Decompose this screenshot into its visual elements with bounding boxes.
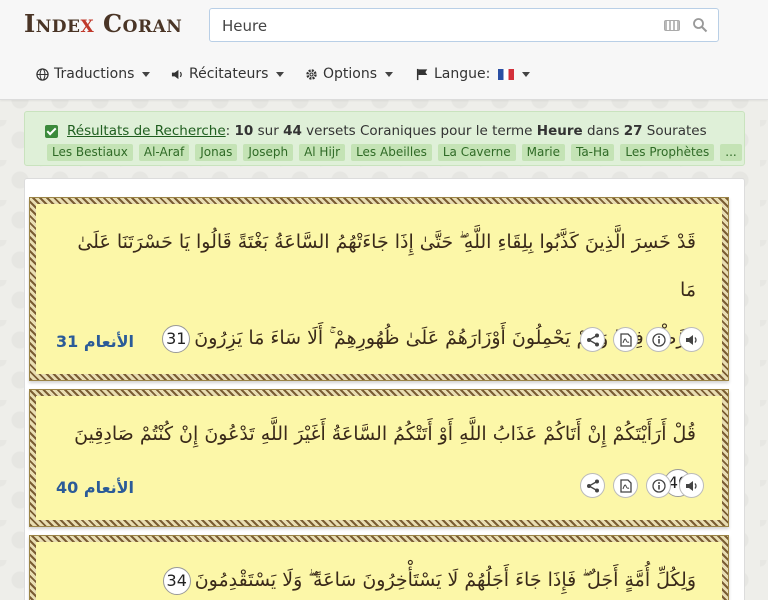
verse-card: وَلِكُلِّ أُمَّةٍ أَجَلٌ ۖ فَإِذَا جَاءَ…	[34, 540, 724, 600]
search-value[interactable]: Heure	[222, 17, 267, 35]
results-term: Heure	[536, 123, 583, 139]
share-icon	[586, 333, 599, 346]
verse-text: وَلِكُلِّ أُمَّةٍ أَجَلٌ ۖ فَإِذَا جَاءَ…	[56, 556, 696, 600]
chevron-down-icon	[522, 71, 531, 77]
nav-translations-label: Traductions	[54, 66, 135, 82]
verse-card: قُلْ أَرَأَيْتَكُمْ إِنْ أَتَاكُمْ عَذَا…	[34, 394, 724, 522]
surah-chip[interactable]: Joseph	[243, 144, 294, 161]
france-flag-icon	[498, 68, 515, 80]
verse-tools	[580, 327, 704, 352]
results-surah-count: 27	[623, 123, 643, 139]
pdf-icon	[619, 478, 632, 493]
verse-number: 31	[162, 324, 191, 353]
play-audio-button[interactable]	[679, 473, 704, 498]
surah-chip[interactable]: Les Bestiaux	[47, 144, 133, 161]
share-icon	[586, 479, 599, 492]
results-text-sourates: Sourates	[646, 123, 707, 139]
results-text-dans: dans	[586, 123, 620, 139]
logo-text-x: x	[80, 9, 95, 38]
volume-icon	[685, 334, 697, 345]
pdf-button[interactable]	[613, 473, 638, 498]
surah-chip[interactable]: La Caverne	[437, 144, 516, 161]
volume-icon	[685, 480, 697, 491]
verse-line: قَدْ خَسِرَ الَّذِينَ كَذَّبُوا بِلِقَاء…	[77, 231, 696, 301]
logo-text-end: Coran	[103, 9, 183, 38]
surah-chip[interactable]: Al-Araf	[138, 144, 190, 161]
info-button[interactable]	[646, 327, 671, 352]
share-button[interactable]	[580, 327, 605, 352]
nav-options[interactable]: Options	[305, 66, 394, 82]
surah-chip[interactable]: Al Hijr	[299, 144, 346, 161]
surah-chip[interactable]: Ta-Ha	[570, 144, 615, 161]
info-button[interactable]	[646, 473, 671, 498]
results-text: versets Coraniques pour le terme	[306, 123, 533, 139]
speaker-icon	[171, 69, 182, 79]
play-audio-button[interactable]	[679, 327, 704, 352]
site-logo[interactable]: Index Coran	[24, 9, 182, 38]
search-results-summary: Résultats de Recherche: 10 sur 44 verset…	[24, 111, 745, 166]
nav-options-label: Options	[323, 66, 378, 82]
surah-chip[interactable]: Marie	[521, 144, 565, 161]
logo-text-start: Inde	[24, 9, 81, 38]
flag-icon	[416, 68, 428, 80]
nav-translations[interactable]: Traductions	[36, 66, 151, 82]
verse-line: قُلْ أَرَأَيْتَكُمْ إِنْ أَتَاكُمْ عَذَا…	[74, 423, 696, 445]
search-input[interactable]: Heure	[209, 8, 719, 42]
results-colon: :	[225, 123, 231, 139]
nav-language[interactable]: Langue:	[416, 66, 531, 82]
surah-chips: Les Bestiaux Al-Araf Jonas Joseph Al Hij…	[47, 144, 742, 161]
verse-reference[interactable]: الأنعام 31	[56, 332, 134, 351]
surah-chip[interactable]: Jonas	[195, 144, 238, 161]
more-chips[interactable]: ...	[720, 144, 742, 161]
nav-reciters[interactable]: Récitateurs	[171, 66, 285, 82]
verse-line: وَلِكُلِّ أُمَّةٍ أَجَلٌ ۖ فَإِذَا جَاءَ…	[194, 569, 696, 591]
surah-chip[interactable]: Les Abeilles	[351, 144, 432, 161]
verse-tools	[580, 473, 704, 498]
results-link[interactable]: Résultats de Recherche	[67, 123, 226, 139]
globe-icon	[36, 67, 49, 81]
top-header: Index Coran Heure Traductions Récitateur…	[0, 0, 768, 100]
results-sur: sur	[257, 123, 279, 139]
chevron-down-icon	[276, 71, 285, 77]
search-icon[interactable]	[692, 17, 708, 33]
nav-reciters-label: Récitateurs	[189, 66, 269, 82]
nav-language-label: Langue:	[434, 66, 491, 82]
check-icon	[45, 124, 58, 138]
verse-number: 34	[162, 566, 191, 595]
keyboard-icon[interactable]	[664, 20, 680, 31]
verse-reference[interactable]: الأنعام 40	[56, 478, 134, 497]
surah-chip[interactable]: Les Prophètes	[620, 144, 715, 161]
info-icon	[651, 332, 666, 347]
chevron-down-icon	[142, 71, 151, 77]
pdf-icon	[619, 332, 632, 347]
info-icon	[651, 478, 666, 493]
verse-card: قَدْ خَسِرَ الَّذِينَ كَذَّبُوا بِلِقَاء…	[34, 202, 724, 376]
pdf-button[interactable]	[613, 327, 638, 352]
results-count: 10	[234, 123, 254, 139]
results-total: 44	[283, 123, 302, 139]
gear-icon	[306, 68, 317, 80]
chevron-down-icon	[385, 71, 394, 77]
share-button[interactable]	[580, 473, 605, 498]
